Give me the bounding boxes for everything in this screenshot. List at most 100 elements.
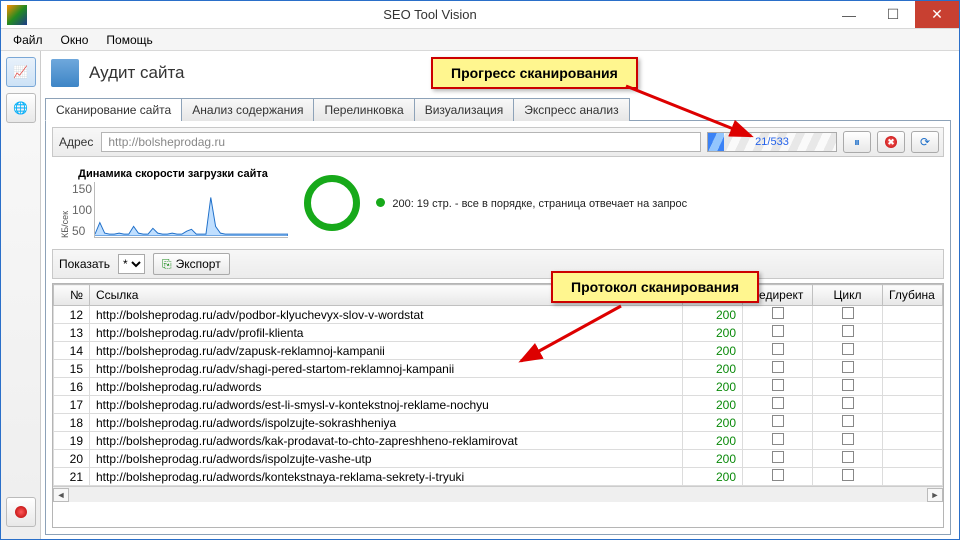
cell-cycle[interactable] bbox=[813, 378, 883, 396]
tab-content[interactable]: Анализ содержания bbox=[181, 98, 314, 121]
export-button[interactable]: ⎘ Экспорт bbox=[153, 253, 230, 275]
cell-cycle[interactable] bbox=[813, 342, 883, 360]
cell-answer: 200 bbox=[683, 342, 743, 360]
cell-redirect[interactable] bbox=[743, 342, 813, 360]
table-row[interactable]: 17http://bolsheprodag.ru/adwords/est-li-… bbox=[54, 396, 943, 414]
refresh-button[interactable]: ⟳ bbox=[911, 131, 939, 153]
cell-cycle[interactable] bbox=[813, 306, 883, 324]
table-row[interactable]: 12http://bolsheprodag.ru/adv/podbor-klyu… bbox=[54, 306, 943, 324]
export-label: Экспорт bbox=[176, 257, 221, 271]
cell-answer: 200 bbox=[683, 468, 743, 486]
cell-redirect[interactable] bbox=[743, 396, 813, 414]
table-row[interactable]: 19http://bolsheprodag.ru/adwords/kak-pro… bbox=[54, 432, 943, 450]
cell-link: http://bolsheprodag.ru/adwords/kak-proda… bbox=[90, 432, 683, 450]
cell-no: 15 bbox=[54, 360, 90, 378]
chart-area bbox=[94, 182, 288, 238]
cell-no: 12 bbox=[54, 306, 90, 324]
cell-answer: 200 bbox=[683, 324, 743, 342]
horizontal-scrollbar[interactable]: ◄ ► bbox=[53, 486, 943, 502]
status-legend: 200: 19 стр. - все в порядке, страница о… bbox=[376, 196, 687, 210]
cell-cycle[interactable] bbox=[813, 360, 883, 378]
cell-cycle[interactable] bbox=[813, 414, 883, 432]
chart-icon: 📈 bbox=[13, 65, 28, 79]
cell-link: http://bolsheprodag.ru/adwords/ispolzujt… bbox=[90, 414, 683, 432]
cell-cycle[interactable] bbox=[813, 450, 883, 468]
table-row[interactable]: 21http://bolsheprodag.ru/adwords/konteks… bbox=[54, 468, 943, 486]
cell-cycle[interactable] bbox=[813, 432, 883, 450]
cell-answer: 200 bbox=[683, 360, 743, 378]
tab-visual[interactable]: Визуализация bbox=[414, 98, 515, 121]
menu-help[interactable]: Помощь bbox=[98, 31, 160, 49]
cell-no: 20 bbox=[54, 450, 90, 468]
filter-label: Показать bbox=[59, 257, 110, 271]
menu-file[interactable]: Файл bbox=[5, 31, 51, 49]
pause-button[interactable]: ⏸ bbox=[843, 131, 871, 153]
speed-chart: Динамика скорости загрузки сайта КБ/сек … bbox=[58, 168, 288, 238]
refresh-icon: ⟳ bbox=[920, 135, 930, 149]
maximize-button[interactable]: ☐ bbox=[871, 1, 915, 28]
address-label: Адрес bbox=[57, 135, 95, 149]
table-row[interactable]: 13http://bolsheprodag.ru/adv/profil-klie… bbox=[54, 324, 943, 342]
cell-link: http://bolsheprodag.ru/adwords/kontekstn… bbox=[90, 468, 683, 486]
tool-globe-button[interactable]: 🌐 bbox=[6, 93, 36, 123]
stop-button[interactable]: ✖ bbox=[877, 131, 905, 153]
col-no[interactable]: № bbox=[54, 285, 90, 306]
cell-redirect[interactable] bbox=[743, 324, 813, 342]
col-cycle[interactable]: Цикл bbox=[813, 285, 883, 306]
cell-redirect[interactable] bbox=[743, 432, 813, 450]
filter-select[interactable]: * bbox=[118, 254, 145, 274]
cell-cycle[interactable] bbox=[813, 324, 883, 342]
minimize-button[interactable]: — bbox=[827, 1, 871, 28]
close-button[interactable]: ✕ bbox=[915, 1, 959, 28]
app-icon bbox=[7, 5, 27, 25]
record-button[interactable] bbox=[6, 497, 36, 527]
cell-depth bbox=[883, 414, 943, 432]
table-row[interactable]: 14http://bolsheprodag.ru/adv/zapusk-rekl… bbox=[54, 342, 943, 360]
cell-answer: 200 bbox=[683, 414, 743, 432]
cell-depth bbox=[883, 468, 943, 486]
cell-depth bbox=[883, 360, 943, 378]
main-panel: Аудит сайта Сканирование сайта Анализ со… bbox=[41, 51, 959, 539]
cell-cycle[interactable] bbox=[813, 396, 883, 414]
col-depth[interactable]: Глубина bbox=[883, 285, 943, 306]
table-row[interactable]: 15http://bolsheprodag.ru/adv/shagi-pered… bbox=[54, 360, 943, 378]
cell-redirect[interactable] bbox=[743, 306, 813, 324]
scroll-left-icon[interactable]: ◄ bbox=[53, 488, 69, 502]
progress-bar: 21/533 bbox=[707, 132, 837, 152]
tab-scan[interactable]: Сканирование сайта bbox=[45, 98, 182, 121]
tab-express[interactable]: Экспресс анализ bbox=[513, 98, 629, 121]
cell-cycle[interactable] bbox=[813, 468, 883, 486]
progress-text: 21/533 bbox=[708, 133, 836, 151]
cell-depth bbox=[883, 396, 943, 414]
page-title: Аудит сайта bbox=[89, 63, 185, 83]
export-icon: ⎘ bbox=[162, 257, 172, 272]
globe-icon: 🌐 bbox=[13, 101, 28, 115]
cell-redirect[interactable] bbox=[743, 360, 813, 378]
cell-link: http://bolsheprodag.ru/adwords/est-li-sm… bbox=[90, 396, 683, 414]
address-input[interactable] bbox=[101, 132, 701, 152]
cell-depth bbox=[883, 450, 943, 468]
status-dot-icon bbox=[376, 198, 385, 207]
table-header: № Ссылка Ответ Редирект Цикл Глубина bbox=[54, 285, 943, 306]
scroll-right-icon[interactable]: ► bbox=[927, 488, 943, 502]
tabbar: Сканирование сайта Анализ содержания Пер… bbox=[45, 97, 951, 121]
tab-linking[interactable]: Перелинковка bbox=[313, 98, 414, 121]
table-row[interactable]: 20http://bolsheprodag.ru/adwords/ispolzu… bbox=[54, 450, 943, 468]
cell-link: http://bolsheprodag.ru/adv/zapusk-reklam… bbox=[90, 342, 683, 360]
cell-redirect[interactable] bbox=[743, 450, 813, 468]
menu-window[interactable]: Окно bbox=[53, 31, 97, 49]
cell-link: http://bolsheprodag.ru/adv/profil-klient… bbox=[90, 324, 683, 342]
callout-progress: Прогресс сканирования bbox=[431, 57, 638, 89]
cell-depth bbox=[883, 378, 943, 396]
cell-link: http://bolsheprodag.ru/adwords bbox=[90, 378, 683, 396]
record-icon bbox=[15, 506, 27, 518]
cell-redirect[interactable] bbox=[743, 468, 813, 486]
cell-redirect[interactable] bbox=[743, 378, 813, 396]
cell-redirect[interactable] bbox=[743, 414, 813, 432]
tool-audit-button[interactable]: 📈 bbox=[6, 57, 36, 87]
cell-answer: 200 bbox=[683, 432, 743, 450]
table-row[interactable]: 18http://bolsheprodag.ru/adwords/ispolzu… bbox=[54, 414, 943, 432]
table-row[interactable]: 16http://bolsheprodag.ru/adwords200 bbox=[54, 378, 943, 396]
cell-depth bbox=[883, 432, 943, 450]
filter-bar: Показать * ⎘ Экспорт bbox=[52, 249, 944, 279]
